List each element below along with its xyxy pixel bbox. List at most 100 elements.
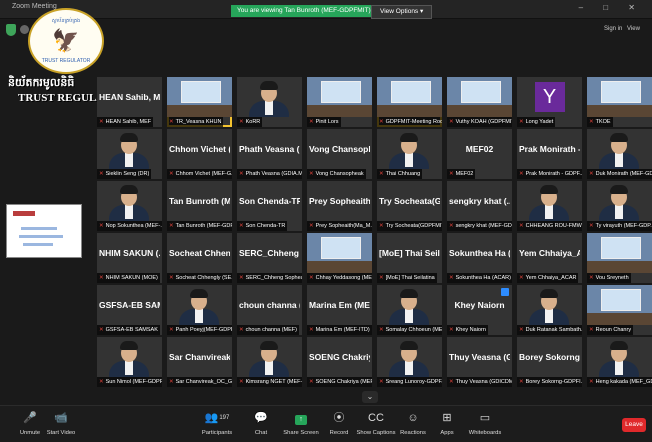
participant-name-text: CHHEANG ROU-FMW...: [525, 223, 582, 229]
participant-name-text: Reoun Chanry: [595, 327, 632, 333]
participant-tile[interactable]: ✕ Kimsrang NGET (MEF-...: [237, 337, 302, 387]
participant-tile[interactable]: Son Chenda-TR ✕ Son Chenda-TR: [237, 181, 302, 231]
participant-name-text: Vou Sreyneth: [595, 275, 629, 281]
participant-tile[interactable]: ✕ Sreang Lunoroy-GDPF...: [377, 337, 442, 387]
participant-display-name: NHIM SAKUN (...: [99, 248, 160, 258]
participant-name-text: HEAN Sahib, MEF: [105, 119, 152, 125]
participant-tile[interactable]: Chhom Vichet (... ✕Chhom Vichet (MEF-G...: [167, 129, 232, 179]
participant-name-label: ✕ Sar Chanvireak_OC_G...: [167, 377, 232, 387]
participant-tile[interactable]: ✕ Ty virayuth (MEF-GDP...: [587, 181, 652, 231]
participant-tile[interactable]: HEAN Sahib, MEF✕HEAN Sahib, MEF: [97, 77, 162, 127]
participant-tile[interactable]: Try Socheata(G... ✕Try Socheata(GDPFMIT): [377, 181, 442, 231]
room-screen: [601, 81, 641, 103]
window-controls[interactable]: – □ ✕: [579, 3, 644, 12]
participant-tile[interactable]: sengkry khat (... ✕ sengkry khat (MEF-GD..…: [447, 181, 512, 231]
participant-tile[interactable]: ✕Chhay Yeddasong (MEF...: [307, 233, 372, 283]
participant-name-text: Sar Chanvireak_OC_G...: [175, 379, 232, 385]
participant-name-text: Chhay Yeddasong (MEF...: [315, 275, 372, 281]
participant-tile[interactable]: ✕ Duk Ratanak Sambath...: [517, 285, 582, 335]
participant-name-text: Long Yadet: [525, 119, 554, 125]
participant-tile[interactable]: MEF02 ✕ MEF02: [447, 129, 512, 179]
muted-mic-icon: ✕: [309, 223, 314, 229]
participant-name-text: Borey Sokorng-GDPFI...: [525, 379, 582, 385]
sign-in-link[interactable]: Sign in: [604, 26, 622, 32]
participant-tile[interactable]: ✕ Thai Chhuang: [377, 129, 442, 179]
participant-tile[interactable]: ✕ Reoun Chanry: [587, 285, 652, 335]
participant-tile[interactable]: ✕ KoRR: [237, 77, 302, 127]
participant-tile[interactable]: ✕ Vou Sreyneth: [587, 233, 652, 283]
participant-name-label: ✕ Nop Sokunthea (MEF-...: [97, 221, 162, 231]
scroll-down-arrow-icon[interactable]: ⌄: [362, 391, 378, 403]
participant-tile[interactable]: SOENG Chakriy... ✕SOENG Chakriya (MEF...: [307, 337, 372, 387]
participant-display-name: Prey Sopheaith...: [309, 196, 370, 206]
video-hair: [260, 81, 278, 90]
participant-tile[interactable]: [MoE] Thai Seila... ✕[MoE] Thai Seilatina: [377, 233, 442, 283]
participant-tile[interactable]: SERC_Chheng S... ✕SERC_Chheng Sophea...: [237, 233, 302, 283]
leave-button[interactable]: Leave: [622, 418, 646, 432]
video-hair: [400, 341, 418, 350]
video-hair: [400, 289, 418, 298]
muted-mic-icon: ✕: [589, 275, 594, 281]
spotlight-icon[interactable]: [501, 288, 509, 296]
participant-gallery: HEAN Sahib, MEF✕HEAN Sahib, MEF✕TR_Veasn…: [97, 77, 652, 387]
logo-bottom-text: TRUST REGULATOR: [41, 58, 91, 64]
participant-display-name: Phath Veasna (...: [239, 144, 300, 154]
participant-tile[interactable]: Yem Chhaiya_A... ✕Yem Chhaiya_ACAR: [517, 233, 582, 283]
participant-tile[interactable]: ✕Somalay Chhoeun (MEF...: [377, 285, 442, 335]
participant-tile[interactable]: Thuy Veasna (G... ✕Thuy Veasna (GDICDM): [447, 337, 512, 387]
participant-name-text: Yem Chhaiya_ACAR: [525, 275, 577, 281]
participant-tile[interactable]: ✕ TR_Veasna KHUN: [167, 77, 232, 127]
shared-screen-thumbnail[interactable]: [6, 204, 82, 258]
participant-tile[interactable]: Khey Naiorn ✕ Khey Naiorn: [447, 285, 512, 335]
participant-tile[interactable]: ✕ Sun Nimol (MEF-GDPF...: [97, 337, 162, 387]
video-hair: [120, 185, 138, 194]
participant-display-name: GSFSA-EB SAM...: [99, 300, 160, 310]
participant-name-text: Pinit Lors: [315, 119, 339, 125]
participant-tile[interactable]: GSFSA-EB SAM... ✕GSFSA-EB SAMSAK: [97, 285, 162, 335]
participant-tile[interactable]: ✕ CHHEANG ROU-FMW...: [517, 181, 582, 231]
participant-tile[interactable]: Phath Veasna (... ✕ Phath Veasna (GDIA.M..…: [237, 129, 302, 179]
muted-mic-icon: ✕: [309, 275, 314, 281]
muted-mic-icon: ✕: [449, 379, 454, 385]
video-collar: [125, 153, 133, 167]
participant-name-label: ✕ Sreang Lunoroy-GDPF...: [377, 377, 442, 387]
participant-tile[interactable]: Sokunthea Ha (... ✕Sokunthea Ha (ACAR): [447, 233, 512, 283]
participant-tile[interactable]: ✕ TKOE: [587, 77, 652, 127]
participant-tile[interactable]: ✕Duk Monirath (MEF-GDP...: [587, 129, 652, 179]
participant-tile[interactable]: Socheat Chheng... ✕Socheat Chhengly (SE..…: [167, 233, 232, 283]
participant-name-label: ✕ Vong Chansopheak: [307, 169, 366, 179]
muted-mic-icon: ✕: [519, 171, 524, 177]
muted-mic-icon: ✕: [589, 379, 594, 385]
participant-tile[interactable]: Prak Monirath -... ✕Prak Monirath - GDPF.…: [517, 129, 582, 179]
participant-tile[interactable]: ✕ GDPFMIT-Meeting Room: [377, 77, 442, 127]
participant-name-label: ✕ Thai Chhuang: [377, 169, 423, 179]
whiteboards-button[interactable]: ▭ Whiteboards: [457, 406, 513, 442]
share-arrow-icon: ↑: [295, 415, 307, 425]
participant-tile[interactable]: Prey Sopheaith... ✕Prey Sopheaith(Ma_M...: [307, 181, 372, 231]
participant-tile[interactable]: ✕Heng kakada (MEF_GD...: [587, 337, 652, 387]
participant-name-label: ✕Duk Monirath (MEF-GDP...: [587, 169, 652, 179]
participant-name-text: Phath Veasna (GDIA.M...: [245, 171, 302, 177]
view-button[interactable]: View: [627, 26, 640, 32]
participant-name-label: ✕ Vuthy KOAH (GDPFMIT): [447, 117, 512, 127]
participant-display-name: choun channa (...: [239, 300, 300, 310]
participant-tile[interactable]: Marina Em (ME... ✕Marina Em (MEF-ITD): [307, 285, 372, 335]
view-options-button[interactable]: View Options ▾: [371, 5, 433, 19]
participant-tile[interactable]: choun channa (... ✕choun channa (MEF): [237, 285, 302, 335]
start-video-button[interactable]: 📹 Start Video: [33, 406, 89, 442]
participant-display-name: [MoE] Thai Seila...: [379, 248, 440, 258]
participant-tile[interactable]: ✕ Nop Sokunthea (MEF-...: [97, 181, 162, 231]
participant-tile[interactable]: ✕ Vuthy KOAH (GDPFMIT): [447, 77, 512, 127]
participant-tile[interactable]: Vong Chansoph... ✕Vong Chansopheak: [307, 129, 372, 179]
participant-tile[interactable]: ✕ Pinit Lors: [307, 77, 372, 127]
participant-tile[interactable]: Y ✕ Long Yadet: [517, 77, 582, 127]
participant-tile[interactable]: ✕ Sieklin Seng (DR): [97, 129, 162, 179]
participant-tile[interactable]: NHIM SAKUN (... ✕ NHIM SAKUN (MOE): [97, 233, 162, 283]
participant-name-label: ✕ Marina Em (MEF-ITD): [307, 325, 372, 335]
room-desk: [307, 105, 372, 117]
participant-tile[interactable]: Borey Sokorng-... ✕Borey Sokorng-GDPFI...: [517, 337, 582, 387]
participant-tile[interactable]: ✕Panh Poeyj(MEF-GDPF...: [167, 285, 232, 335]
participant-name-text: Thai Chhuang: [385, 171, 421, 177]
participant-tile[interactable]: Tan Bunroth (M... ✕Tan Bunroth (MEF-GDPF.…: [167, 181, 232, 231]
participant-tile[interactable]: Sar Chanvireak_... ✕Sar Chanvireak_OC_G..…: [167, 337, 232, 387]
